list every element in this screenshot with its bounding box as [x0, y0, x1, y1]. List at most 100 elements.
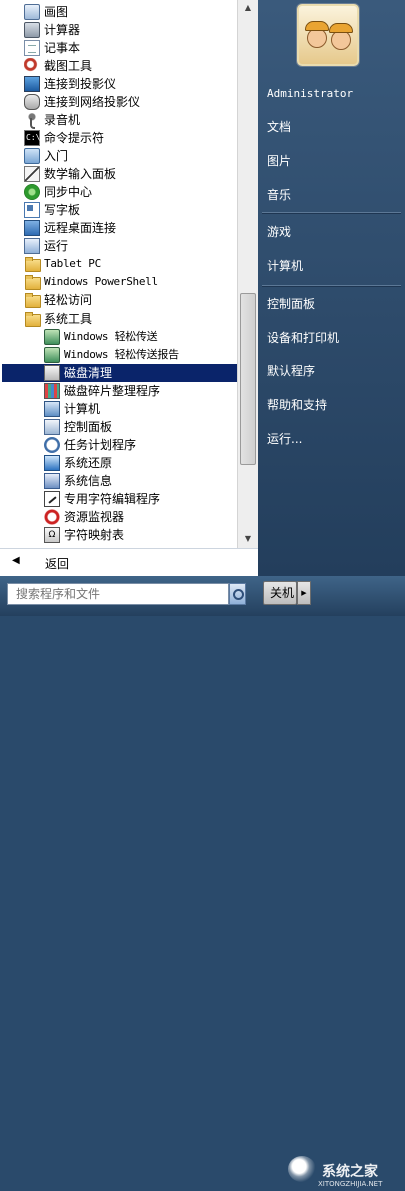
right-menu-music[interactable]: 音乐	[258, 182, 405, 208]
right-menu-games[interactable]: 游戏	[258, 219, 405, 245]
all-programs-panel: 画图计算器记事本截图工具连接到投影仪连接到网络投影仪录音机命令提示符入门数学输入…	[0, 0, 258, 548]
right-menu-run[interactable]: 运行...	[258, 426, 405, 452]
program-item[interactable]: 计算机	[44, 400, 237, 418]
program-item[interactable]: 轻松访问	[24, 291, 237, 309]
program-item[interactable]: 截图工具	[24, 57, 237, 75]
right-menu-control-panel[interactable]: 控制面板	[258, 291, 405, 317]
program-item[interactable]: 字符映射表	[44, 526, 237, 544]
program-item-label: 入门	[44, 149, 69, 164]
search-input[interactable]	[7, 583, 229, 605]
control-panel-icon	[44, 418, 60, 435]
back-button[interactable]: ◀ 返回	[0, 548, 258, 577]
program-item[interactable]: 运行	[24, 237, 237, 255]
program-item[interactable]: 连接到网络投影仪	[24, 93, 237, 111]
disk-cleanup-icon	[44, 364, 60, 381]
start-menu-right-pane: Administrator 文档图片音乐游戏计算机控制面板设备和打印机 默认程序帮…	[258, 0, 405, 576]
program-item-label: 磁盘清理	[64, 365, 113, 380]
microphone-icon	[24, 112, 40, 130]
right-menu-documents[interactable]: 文档	[258, 114, 405, 140]
easy-transfer-report-icon	[44, 346, 60, 363]
sync-center-icon	[24, 184, 40, 201]
program-item[interactable]: 入门	[24, 147, 237, 165]
site-watermark-logo: 系统之家 XITONGZHIJIA.NET	[288, 1156, 402, 1191]
program-item-label: 计算器	[44, 23, 81, 38]
program-item[interactable]: 磁盘碎片整理程序	[44, 382, 237, 400]
program-item-label: Tablet PC	[44, 257, 101, 271]
program-item[interactable]: 任务计划程序	[44, 436, 237, 454]
back-arrow-icon: ◀	[12, 555, 20, 566]
right-menu-pictures[interactable]: 图片	[258, 148, 405, 174]
program-item[interactable]: 系统工具	[24, 310, 237, 328]
program-item-label: 控制面板	[64, 419, 113, 434]
program-item-label: 数学输入面板	[44, 167, 117, 182]
right-menu-computer[interactable]: 计算机	[258, 253, 405, 279]
wordpad-icon	[24, 202, 40, 219]
program-item-label: Windows PowerShell	[44, 275, 158, 289]
folder-icon	[24, 311, 41, 327]
scroll-down-arrow-icon[interactable]: ▼	[238, 530, 258, 548]
program-item[interactable]: 磁盘清理	[2, 363, 237, 382]
program-item[interactable]: 连接到投影仪	[24, 75, 237, 93]
shutdown-options-arrow-icon[interactable]: ▶	[297, 581, 311, 605]
scroll-up-arrow-icon[interactable]: ▲	[238, 0, 258, 18]
network-projector-icon	[24, 94, 40, 111]
program-item[interactable]: 命令提示符	[24, 129, 237, 147]
avatar-face	[331, 30, 351, 50]
program-item-label: 运行	[44, 239, 69, 254]
program-item[interactable]: 记事本	[24, 39, 237, 57]
program-item[interactable]: 写字板	[24, 201, 237, 219]
watermark-text: 系统之家	[322, 1164, 378, 1180]
easy-transfer-icon	[44, 328, 60, 345]
program-item-label: 计算机	[64, 401, 101, 416]
program-item-label: 记事本	[44, 41, 81, 56]
folder-icon	[24, 274, 41, 291]
program-item[interactable]: 专用字符编辑程序	[44, 490, 237, 508]
system-info-icon	[44, 472, 60, 489]
program-item-label: 连接到投影仪	[44, 77, 117, 92]
program-item[interactable]: 系统还原	[44, 454, 237, 472]
getting-started-icon	[24, 148, 40, 165]
task-scheduler-icon	[44, 436, 60, 453]
folder-icon	[24, 292, 41, 309]
user-avatar[interactable]	[297, 4, 359, 66]
character-map-icon	[44, 526, 60, 543]
program-item-label: 截图工具	[44, 59, 93, 74]
right-menu-help-support[interactable]: 帮助和支持	[258, 392, 405, 418]
program-item-label: 写字板	[44, 203, 81, 218]
calculator-icon	[24, 22, 40, 39]
avatar-hat	[305, 21, 329, 31]
search-icon[interactable]	[229, 583, 246, 605]
program-item[interactable]: Windows PowerShell	[24, 273, 237, 291]
program-item[interactable]: 资源监视器	[44, 508, 237, 526]
program-item[interactable]: 画图	[24, 3, 237, 21]
program-item[interactable]: 同步中心	[24, 183, 237, 201]
avatar-face	[307, 28, 327, 48]
program-item-label: 任务计划程序	[64, 437, 137, 452]
program-item-label: 画图	[44, 5, 69, 19]
scroll-thumb[interactable]	[240, 293, 256, 465]
program-item[interactable]: Windows 轻松传送	[44, 328, 237, 346]
program-item[interactable]: 计算器	[24, 21, 237, 39]
user-name-link[interactable]: Administrator	[258, 81, 405, 107]
program-item-label: Windows 轻松传送报告	[64, 347, 179, 361]
back-label: 返回	[45, 557, 70, 571]
program-item[interactable]: Tablet PC	[24, 255, 237, 273]
menu-separator	[262, 212, 401, 214]
program-item[interactable]: 系统信息	[44, 472, 237, 490]
program-item[interactable]: 录音机	[24, 111, 237, 130]
system-restore-icon	[44, 454, 60, 471]
char-editor-icon	[44, 490, 60, 507]
program-item[interactable]: 远程桌面连接	[24, 219, 237, 237]
shutdown-button[interactable]: 关机	[263, 581, 297, 605]
right-menu-default-programs[interactable]: 默认程序	[258, 358, 405, 384]
program-item[interactable]: Windows 轻松传送报告	[44, 346, 237, 364]
program-list-scrollbar[interactable]: ▲ ▼	[237, 0, 258, 548]
snipping-tool-icon	[24, 58, 40, 75]
program-item[interactable]: 控制面板	[44, 418, 237, 436]
program-item[interactable]: 数学输入面板	[24, 165, 237, 183]
right-menu-devices-printers[interactable]: 设备和打印机	[258, 325, 405, 351]
program-item-label: 系统信息	[64, 473, 113, 488]
folder-icon	[24, 256, 41, 273]
program-item-label: 命令提示符	[44, 131, 105, 146]
computer-icon	[44, 400, 60, 417]
